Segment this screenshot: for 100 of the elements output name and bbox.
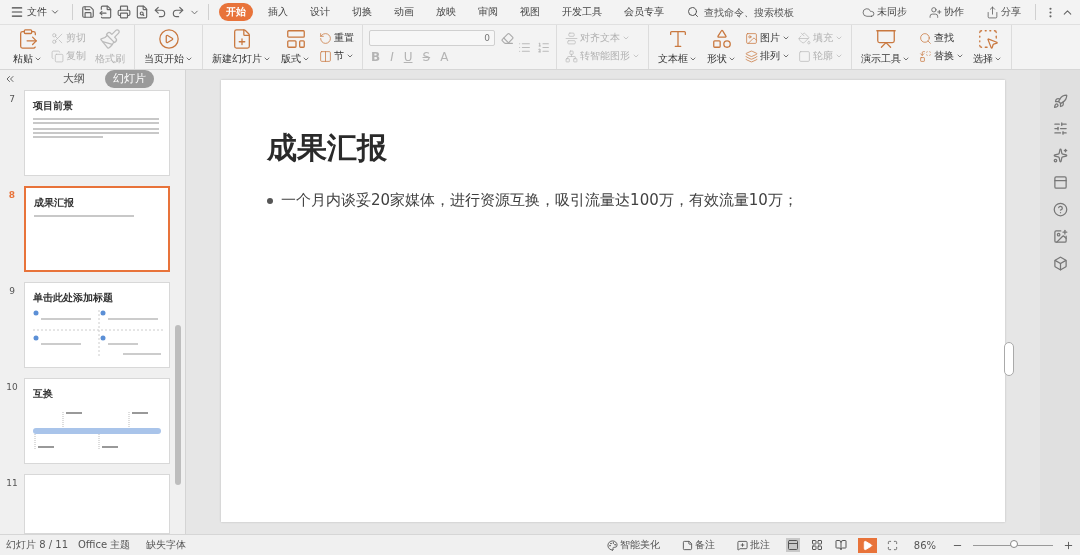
search-icon <box>919 31 932 45</box>
note-icon <box>681 539 693 551</box>
export-icon[interactable] <box>99 5 113 19</box>
ribbon-button[interactable]: 版式 <box>278 28 313 66</box>
panel-tab[interactable]: 大纲 <box>55 70 93 88</box>
ribbon-button[interactable]: 选择 <box>970 28 1005 66</box>
view-button[interactable] <box>809 538 824 552</box>
diagram-icon <box>565 49 578 63</box>
palette-icon <box>606 539 618 551</box>
image-icon[interactable] <box>1052 229 1068 244</box>
preview-icon[interactable] <box>135 5 149 19</box>
ribbon-tab[interactable]: 放映 <box>429 3 463 21</box>
ribbon-tab[interactable]: 开发工具 <box>555 3 609 21</box>
slide-number: 8 <box>7 189 17 200</box>
thumbnail-title: 项目前景 <box>33 99 74 113</box>
slide-number: 7 <box>8 93 16 104</box>
play-circle-icon <box>157 28 180 50</box>
scrollbar[interactable] <box>175 325 181 485</box>
caret-icon <box>622 34 630 42</box>
ribbon-button[interactable]: 节 <box>317 49 356 63</box>
theme-name: Office 主题 <box>78 538 131 552</box>
file-menu[interactable]: 文件 <box>6 5 64 19</box>
beautify-button[interactable]: 智能美化 <box>600 537 666 553</box>
thumbnail-title: 单击此处添加标题 <box>33 291 114 305</box>
square-icon <box>798 49 811 63</box>
cloud-icon <box>862 5 875 19</box>
ribbon-tab[interactable]: 动画 <box>387 3 421 21</box>
window-icon[interactable] <box>1052 175 1068 190</box>
font-size-field[interactable]: 0 <box>369 30 495 46</box>
ribbon-button[interactable]: 形状 <box>704 28 739 66</box>
caret-icon <box>689 55 697 63</box>
zoom-in-icon[interactable] <box>1063 539 1074 551</box>
ribbon-tab[interactable]: 切换 <box>345 3 379 21</box>
slide-number: 10 <box>5 381 19 392</box>
ribbon-button[interactable]: 排列 <box>743 49 792 63</box>
comments-button[interactable]: 批注 <box>730 537 776 553</box>
ribbon-button[interactable]: 新建幻灯片 <box>209 28 274 66</box>
print-icon[interactable] <box>117 5 131 19</box>
ribbon-button[interactable]: 查找 <box>917 31 966 45</box>
ribbon-tab[interactable]: 会员专享 <box>617 3 671 21</box>
slide-thumbnail[interactable] <box>24 474 170 534</box>
toolbar-button[interactable]: 未同步 <box>856 4 913 20</box>
select-icon <box>976 28 999 50</box>
ribbon-button[interactable]: 文本框 <box>655 28 700 66</box>
help-icon[interactable] <box>1052 202 1068 217</box>
caret-icon <box>835 52 843 60</box>
numbered-list-icon[interactable] <box>537 40 550 54</box>
bullet-list-icon[interactable] <box>518 40 531 54</box>
bullet-icon <box>267 197 273 204</box>
zoom-button[interactable]: 86% <box>907 538 942 552</box>
ribbon-button[interactable]: 演示工具 <box>858 28 913 66</box>
bullet-text: 一个月内谈妥20家媒体，进行资源互换，吸引流量达100万，有效流量10万； <box>281 191 798 210</box>
fit-icon[interactable] <box>886 539 898 551</box>
toolbar-button[interactable]: 分享 <box>980 4 1027 20</box>
ribbon-button[interactable]: 替换 <box>917 49 966 63</box>
ribbon-tab[interactable]: 设计 <box>303 3 337 21</box>
layers-icon <box>745 49 758 63</box>
slide-thumbnail[interactable]: 互换 <box>24 378 170 464</box>
caret-icon <box>263 55 271 63</box>
slide-thumbnail[interactable]: 成果汇报 <box>24 186 170 272</box>
paint-bucket-icon <box>798 31 811 45</box>
caret-icon <box>728 55 736 63</box>
ribbon-button[interactable]: 当页开始 <box>141 28 196 66</box>
slide-number: 11 <box>5 477 19 488</box>
shapes-icon <box>710 28 733 50</box>
cube-icon[interactable] <box>1052 256 1068 271</box>
view-button[interactable] <box>833 538 848 552</box>
user-plus-icon <box>929 5 942 19</box>
sparkle-icon[interactable] <box>1052 148 1068 163</box>
missing-fonts-button[interactable]: 缺失字体 <box>140 537 193 553</box>
ribbon-tab[interactable]: 视图 <box>513 3 547 21</box>
slide-thumbnail[interactable]: 项目前景 <box>24 90 170 176</box>
collapse-panel-icon[interactable] <box>4 73 16 85</box>
notes-button[interactable]: 备注 <box>675 537 721 553</box>
presentation-icon <box>874 28 897 50</box>
redo-icon[interactable] <box>171 5 185 19</box>
scrollbar[interactable] <box>1004 342 1014 376</box>
ribbon-button[interactable]: 粘贴 <box>10 28 45 66</box>
ribbon-button[interactable]: 图片 <box>743 31 792 45</box>
search-field[interactable]: 查找命令、搜索模板 <box>687 5 810 19</box>
ribbon-button[interactable]: 重置 <box>317 31 356 45</box>
sliders-icon[interactable] <box>1052 121 1068 136</box>
ribbon-tab[interactable]: 插入 <box>261 3 295 21</box>
view-button[interactable] <box>785 538 800 552</box>
save-icon[interactable] <box>81 5 95 19</box>
slider-thumb[interactable] <box>1009 540 1018 548</box>
undo-icon[interactable] <box>153 5 167 19</box>
caret-icon <box>302 55 310 63</box>
align-icon <box>565 31 578 45</box>
eraser-icon[interactable] <box>501 31 514 45</box>
rocket-icon[interactable] <box>1052 94 1068 109</box>
slide-thumbnail[interactable]: 单击此处添加标题 <box>24 282 170 368</box>
image-icon <box>745 31 758 45</box>
caret-icon <box>782 34 790 42</box>
ribbon-tab[interactable]: 审阅 <box>471 3 505 21</box>
toolbar-button[interactable]: 协作 <box>923 4 970 20</box>
slide-number: 9 <box>8 285 16 296</box>
play-button[interactable] <box>857 537 877 553</box>
thumbnail-title: 互换 <box>33 387 54 401</box>
caret-icon <box>835 34 843 42</box>
